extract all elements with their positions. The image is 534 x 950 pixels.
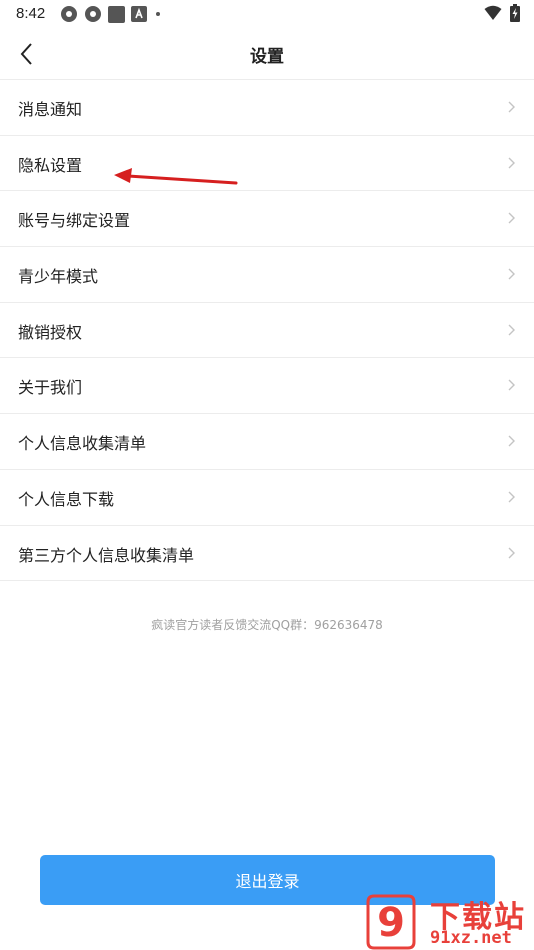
chevron-right-icon: [508, 435, 515, 447]
dot-icon: [156, 12, 160, 16]
menu-item-notifications[interactable]: 消息通知: [0, 80, 534, 136]
wifi-icon: [484, 5, 502, 20]
watermark-small-text: 91xz.net: [430, 928, 512, 948]
notification-icons: [60, 5, 163, 23]
status-bar: 8:42: [0, 0, 534, 28]
menu-item-label: 个人信息收集清单: [18, 434, 147, 454]
menu-item-third-party-info-list[interactable]: 第三方个人信息收集清单: [0, 526, 534, 582]
chevron-right-icon: [508, 157, 515, 169]
aperture-icon: [85, 6, 101, 22]
chevron-right-icon: [508, 268, 515, 280]
menu-item-label: 隐私设置: [18, 155, 83, 175]
menu-item-label: 个人信息下载: [18, 489, 115, 509]
menu-item-label: 青少年模式: [18, 267, 99, 287]
menu-item-account-binding[interactable]: 账号与绑定设置: [0, 191, 534, 248]
page-title: 设置: [250, 47, 284, 67]
feedback-group-text: 疯读官方读者反馈交流QQ群：962636478: [151, 618, 383, 632]
status-right-icons: [484, 4, 520, 22]
menu-item-personal-info-download[interactable]: 个人信息下载: [0, 470, 534, 526]
aperture-icon: [61, 6, 77, 22]
chevron-right-icon: [508, 101, 515, 113]
chevron-right-icon: [508, 212, 515, 224]
menu-item-privacy[interactable]: 隐私设置: [0, 136, 534, 192]
title-bar: 设置: [0, 28, 534, 80]
watermark-logo-text: 9: [377, 900, 405, 946]
annotation-arrow-icon: [114, 168, 238, 185]
menu-item-personal-info-list[interactable]: 个人信息收集清单: [0, 414, 534, 470]
menu-item-label: 第三方个人信息收集清单: [18, 545, 195, 565]
menu-item-label: 关于我们: [18, 378, 83, 398]
chevron-right-icon: [508, 324, 515, 336]
menu-item-label: 撤销授权: [18, 322, 83, 342]
a-box-icon: [131, 6, 147, 22]
menu-item-teen-mode[interactable]: 青少年模式: [0, 247, 534, 303]
watermark-logo: 9 下载站 91xz.net: [362, 890, 534, 950]
chevron-right-icon: [508, 547, 515, 558]
logout-label: 退出登录: [235, 872, 300, 891]
chevron-right-icon: [508, 379, 515, 391]
menu-item-label: 消息通知: [18, 100, 83, 119]
status-time: 8:42: [16, 5, 46, 22]
settings-menu: 消息通知 隐私设置 账号与绑定设置 青少年模式 撤销授权 关于我们 个人信息收集…: [0, 80, 534, 582]
battery-charging-icon: [510, 4, 520, 22]
menu-item-revoke-authorization[interactable]: 撤销授权: [0, 303, 534, 359]
menu-item-label: 账号与绑定设置: [18, 211, 131, 231]
square-icon: [108, 5, 125, 23]
watermark-badge-icon: 9: [366, 894, 416, 950]
chevron-right-icon: [508, 491, 515, 503]
menu-item-about-us[interactable]: 关于我们: [0, 358, 534, 415]
